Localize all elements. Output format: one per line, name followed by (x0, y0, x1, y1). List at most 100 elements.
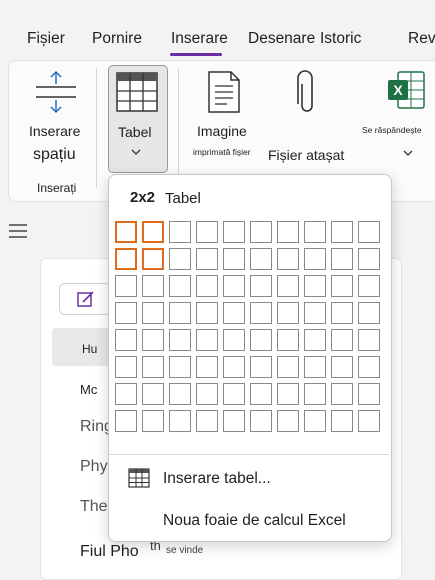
table-grid-cell[interactable] (142, 275, 164, 297)
insert-space-button[interactable]: Inserare spațiu (22, 62, 92, 172)
table-grid-cell[interactable] (223, 221, 245, 243)
hamburger-menu-icon[interactable] (9, 224, 27, 238)
table-grid-cell[interactable] (169, 302, 191, 324)
insert-table-menu-item[interactable]: Inserare tabel... (109, 462, 389, 496)
table-grid-cell[interactable] (223, 275, 245, 297)
table-grid-cell[interactable] (142, 329, 164, 351)
tab-home[interactable]: Pornire (92, 30, 142, 48)
tab-insert[interactable]: Inserare (171, 30, 228, 48)
table-grid-cell[interactable] (277, 329, 299, 351)
table-grid-cell[interactable] (223, 383, 245, 405)
table-grid-cell[interactable] (277, 221, 299, 243)
table-grid-cell[interactable] (358, 410, 380, 432)
table-grid-cell[interactable] (250, 410, 272, 432)
table-grid-cell[interactable] (115, 302, 137, 324)
table-grid-cell[interactable] (142, 302, 164, 324)
table-grid-cell[interactable] (196, 275, 218, 297)
page-item-1[interactable]: Hu (82, 342, 97, 356)
table-grid-cell[interactable] (223, 329, 245, 351)
table-grid-cell[interactable] (304, 383, 326, 405)
table-grid-cell[interactable] (331, 329, 353, 351)
table-grid-cell[interactable] (169, 248, 191, 270)
table-grid-cell[interactable] (169, 356, 191, 378)
table-grid-cell[interactable] (331, 383, 353, 405)
table-grid-cell[interactable] (115, 329, 137, 351)
new-excel-sheet-menu-item[interactable]: Noua foaie de calcul Excel (109, 504, 389, 538)
page-item-6[interactable]: Fiul Pho (80, 543, 139, 561)
new-excel-sheet-label: Noua foaie de calcul Excel (163, 512, 346, 529)
table-grid-cell[interactable] (115, 221, 137, 243)
tab-review[interactable]: Rev (408, 30, 435, 48)
table-grid-cell[interactable] (358, 383, 380, 405)
table-grid-cell[interactable] (142, 356, 164, 378)
table-grid-cell[interactable] (250, 221, 272, 243)
table-grid-cell[interactable] (277, 248, 299, 270)
table-grid-cell[interactable] (331, 221, 353, 243)
table-grid-cell[interactable] (115, 383, 137, 405)
table-grid-cell[interactable] (331, 302, 353, 324)
table-grid-cell[interactable] (277, 410, 299, 432)
spreadsheet-button[interactable]: X Se răspândește (360, 62, 435, 172)
table-grid-cell[interactable] (277, 275, 299, 297)
table-grid-cell[interactable] (304, 302, 326, 324)
table-grid-cell[interactable] (196, 302, 218, 324)
tab-draw[interactable]: Desenare (248, 30, 315, 48)
table-grid-cell[interactable] (142, 410, 164, 432)
table-grid-cell[interactable] (358, 302, 380, 324)
new-page-button[interactable] (59, 283, 111, 315)
table-grid-cell[interactable] (196, 329, 218, 351)
table-grid-cell[interactable] (223, 410, 245, 432)
table-grid-cell[interactable] (169, 275, 191, 297)
table-grid-cell[interactable] (250, 248, 272, 270)
table-grid-cell[interactable] (250, 356, 272, 378)
table-grid-cell[interactable] (304, 248, 326, 270)
table-grid-cell[interactable] (304, 275, 326, 297)
table-grid-cell[interactable] (331, 356, 353, 378)
table-grid-cell[interactable] (277, 356, 299, 378)
table-grid-cell[interactable] (304, 356, 326, 378)
table-grid-cell[interactable] (196, 221, 218, 243)
table-grid-cell[interactable] (331, 248, 353, 270)
table-grid-cell[interactable] (331, 410, 353, 432)
table-grid-cell[interactable] (304, 329, 326, 351)
table-grid-cell[interactable] (358, 221, 380, 243)
page-item-4[interactable]: Phy (80, 458, 108, 476)
table-grid-cell[interactable] (169, 329, 191, 351)
page-item-2[interactable]: Mc (80, 382, 97, 397)
table-grid-cell[interactable] (250, 302, 272, 324)
table-grid-cell[interactable] (250, 329, 272, 351)
table-grid-cell[interactable] (223, 248, 245, 270)
table-grid-cell[interactable] (169, 410, 191, 432)
table-grid-cell[interactable] (142, 248, 164, 270)
table-grid-cell[interactable] (304, 410, 326, 432)
table-grid-cell[interactable] (115, 410, 137, 432)
tab-file[interactable]: Fișier (27, 30, 65, 48)
table-grid-cell[interactable] (277, 302, 299, 324)
page-item-5[interactable]: The (80, 498, 108, 516)
table-grid-cell[interactable] (142, 383, 164, 405)
table-grid-cell[interactable] (358, 275, 380, 297)
table-grid-cell[interactable] (223, 302, 245, 324)
table-grid-cell[interactable] (358, 329, 380, 351)
table-grid-cell[interactable] (358, 248, 380, 270)
printout-button[interactable]: Imagine imprimată fișier (190, 62, 260, 162)
table-grid-cell[interactable] (115, 248, 137, 270)
table-grid-cell[interactable] (169, 383, 191, 405)
table-grid-cell[interactable] (169, 221, 191, 243)
table-grid-cell[interactable] (223, 356, 245, 378)
table-grid-cell[interactable] (115, 356, 137, 378)
table-grid-cell[interactable] (196, 410, 218, 432)
table-grid-cell[interactable] (250, 383, 272, 405)
table-grid-cell[interactable] (115, 275, 137, 297)
table-grid-cell[interactable] (358, 356, 380, 378)
table-grid-cell[interactable] (142, 221, 164, 243)
table-grid-cell[interactable] (250, 275, 272, 297)
table-grid-cell[interactable] (277, 383, 299, 405)
tab-history[interactable]: Istoric (320, 30, 361, 48)
table-grid-cell[interactable] (196, 248, 218, 270)
table-grid-cell[interactable] (196, 383, 218, 405)
table-grid-cell[interactable] (331, 275, 353, 297)
attach-file-button[interactable]: Fișier atașat (264, 62, 354, 163)
table-grid-cell[interactable] (304, 221, 326, 243)
table-grid-cell[interactable] (196, 356, 218, 378)
